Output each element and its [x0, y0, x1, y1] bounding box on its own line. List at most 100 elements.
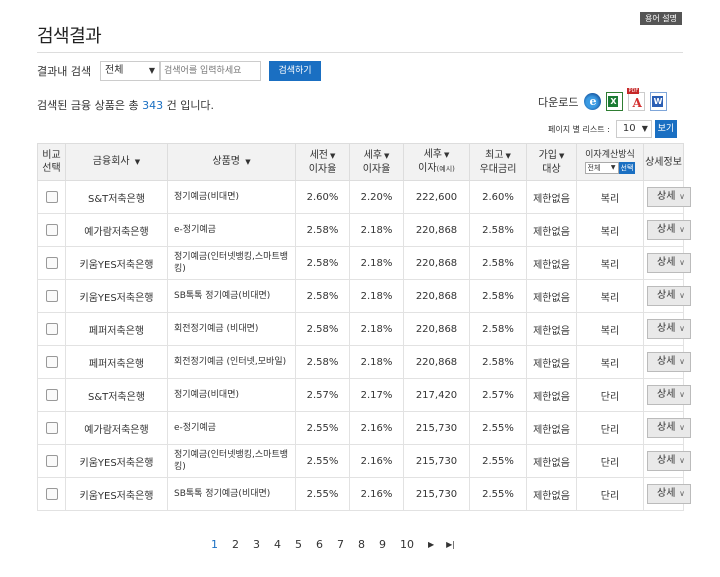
compare-checkbox[interactable]	[45, 290, 58, 302]
table-cell: 상세 ∨	[643, 312, 691, 346]
search-label: 결과내 검색	[37, 65, 92, 78]
pdf-icon[interactable]	[627, 88, 646, 111]
per-page-select[interactable]: 10 ▼	[615, 120, 652, 138]
title-divider	[37, 52, 683, 53]
detail-button[interactable]: 상세 ∨	[647, 319, 691, 339]
table-cell: 상세 ∨	[643, 345, 691, 379]
calc-method-apply-button[interactable]: 선택	[618, 161, 636, 174]
page-link[interactable]: 6	[316, 538, 323, 551]
table-cell: 상세 ∨	[643, 213, 691, 247]
table-row: 예가람저축은행 e-정기예금 2.55% 2.16% 215,730 2.55% 제한없음 단…	[37, 411, 691, 445]
after-tax-interest-cell: 220,868	[403, 312, 470, 346]
page-link[interactable]: 7	[337, 538, 344, 551]
table-cell	[37, 213, 66, 247]
page-link[interactable]: 3	[253, 538, 260, 551]
max-rate-cell: 2.55%	[469, 444, 527, 478]
table-header-row: 비교 선택 금융회사 ▼ 상품명 ▼ 세전 ▼ 이자율 세후 ▼ 이자율 세후 ▼ 이자(예시…	[37, 143, 684, 181]
after-tax-rate-cell: 2.18%	[349, 345, 404, 379]
search-scope-value: 전체	[105, 65, 124, 76]
sort-icon: ▼	[134, 158, 141, 166]
chevron-down-icon: ∨	[679, 489, 685, 498]
excel-icon[interactable]	[606, 92, 624, 111]
download-label: 다운로드	[538, 95, 579, 109]
ie-icon[interactable]: e	[584, 93, 602, 110]
page-link[interactable]: 8	[358, 538, 365, 551]
compare-checkbox[interactable]	[45, 455, 58, 467]
compare-checkbox[interactable]	[45, 224, 58, 236]
calc-method-cell: 복리	[576, 213, 644, 247]
page-link[interactable]: 5	[295, 538, 302, 551]
company-cell: 예가람저축은행	[65, 213, 168, 247]
col-join-target[interactable]: 가입 ▼ 대상	[526, 143, 577, 181]
download-area: 다운로드 e	[538, 88, 672, 111]
detail-button[interactable]: 상세 ∨	[647, 187, 691, 207]
chevron-down-icon: ▼	[148, 66, 155, 75]
calc-method-cell: 복리	[576, 246, 644, 280]
join-target-cell: 제한없음	[526, 213, 577, 247]
search-button[interactable]: 검색하기	[269, 61, 321, 81]
after-tax-rate-cell: 2.16%	[349, 477, 404, 511]
chevron-down-icon: ∨	[679, 192, 685, 201]
pre-tax-rate-cell: 2.55%	[295, 411, 350, 445]
max-rate-cell: 2.55%	[469, 477, 527, 511]
pre-tax-rate-cell: 2.58%	[295, 279, 350, 313]
after-tax-interest-cell: 220,868	[403, 279, 470, 313]
detail-button[interactable]: 상세 ∨	[647, 385, 691, 405]
compare-checkbox[interactable]	[45, 356, 58, 368]
detail-button[interactable]: 상세 ∨	[647, 484, 691, 504]
compare-checkbox[interactable]	[45, 257, 58, 269]
col-after-tax-interest[interactable]: 세후 ▼ 이자(예시)	[403, 143, 470, 181]
page-link[interactable]: 2	[232, 538, 239, 551]
chevron-down-icon: ∨	[679, 456, 685, 465]
col-detail: 상세정보	[643, 143, 684, 181]
product-cell: e-정기예금	[167, 213, 296, 247]
page-link[interactable]: 9	[379, 538, 386, 551]
detail-button[interactable]: 상세 ∨	[647, 451, 691, 471]
page-link[interactable]: 1	[211, 538, 218, 551]
compare-checkbox[interactable]	[45, 323, 58, 335]
col-after-tax-rate[interactable]: 세후 ▼ 이자율	[349, 143, 404, 181]
page-link[interactable]: 10	[400, 538, 414, 551]
compare-checkbox[interactable]	[45, 488, 58, 500]
result-count-number: 343	[142, 99, 164, 112]
next-page-icon[interactable]: ▶	[428, 540, 434, 549]
page-link[interactable]: 4	[274, 538, 281, 551]
table-row: 페퍼저축은행 회전정기예금 (비대면) 2.58% 2.18% 220,868 2.58%…	[37, 312, 691, 346]
calc-method-cell: 단리	[576, 378, 644, 412]
after-tax-interest-cell: 220,868	[403, 246, 470, 280]
detail-button[interactable]: 상세 ∨	[647, 220, 691, 240]
col-max-rate[interactable]: 최고 ▼ 우대금리	[469, 143, 527, 181]
compare-checkbox[interactable]	[45, 422, 58, 434]
after-tax-rate-cell: 2.18%	[349, 279, 404, 313]
company-cell: 페퍼저축은행	[65, 312, 168, 346]
per-page-value: 10	[622, 123, 636, 134]
glossary-button[interactable]: 용어 설명	[640, 12, 682, 25]
join-target-cell: 제한없음	[526, 378, 577, 412]
detail-button[interactable]: 상세 ∨	[647, 286, 691, 306]
word-icon[interactable]	[650, 92, 668, 111]
compare-checkbox[interactable]	[45, 389, 58, 401]
max-rate-cell: 2.57%	[469, 378, 527, 412]
col-pre-tax-rate[interactable]: 세전 ▼ 이자율	[295, 143, 350, 181]
calc-method-select[interactable]: 전체 ▼	[584, 161, 619, 174]
table-cell: 상세 ∨	[643, 246, 691, 280]
chevron-down-icon: ∨	[679, 423, 685, 432]
chevron-down-icon: ▼	[641, 124, 648, 133]
detail-button[interactable]: 상세 ∨	[647, 253, 691, 273]
table-cell: 상세 ∨	[643, 444, 691, 478]
compare-checkbox[interactable]	[45, 191, 58, 203]
table-cell	[37, 411, 66, 445]
join-target-cell: 제한없음	[526, 411, 577, 445]
product-cell: 정기예금(인터넷뱅킹,스마트뱅킹)	[167, 246, 296, 280]
table-cell	[37, 279, 66, 313]
pre-tax-rate-cell: 2.55%	[295, 477, 350, 511]
last-page-icon[interactable]: ▶|	[446, 540, 455, 549]
col-company[interactable]: 금융회사 ▼	[65, 143, 168, 181]
per-page-view-button[interactable]: 보기	[654, 120, 677, 138]
detail-button[interactable]: 상세 ∨	[647, 418, 691, 438]
detail-button[interactable]: 상세 ∨	[647, 352, 691, 372]
search-scope-select[interactable]: 전체 ▼	[100, 61, 160, 81]
search-input[interactable]	[160, 61, 261, 81]
col-product[interactable]: 상품명 ▼	[167, 143, 296, 181]
table-row: S&T저축은행 정기예금(비대면) 2.60% 2.20% 222,600 2.60% 제한…	[37, 180, 691, 214]
